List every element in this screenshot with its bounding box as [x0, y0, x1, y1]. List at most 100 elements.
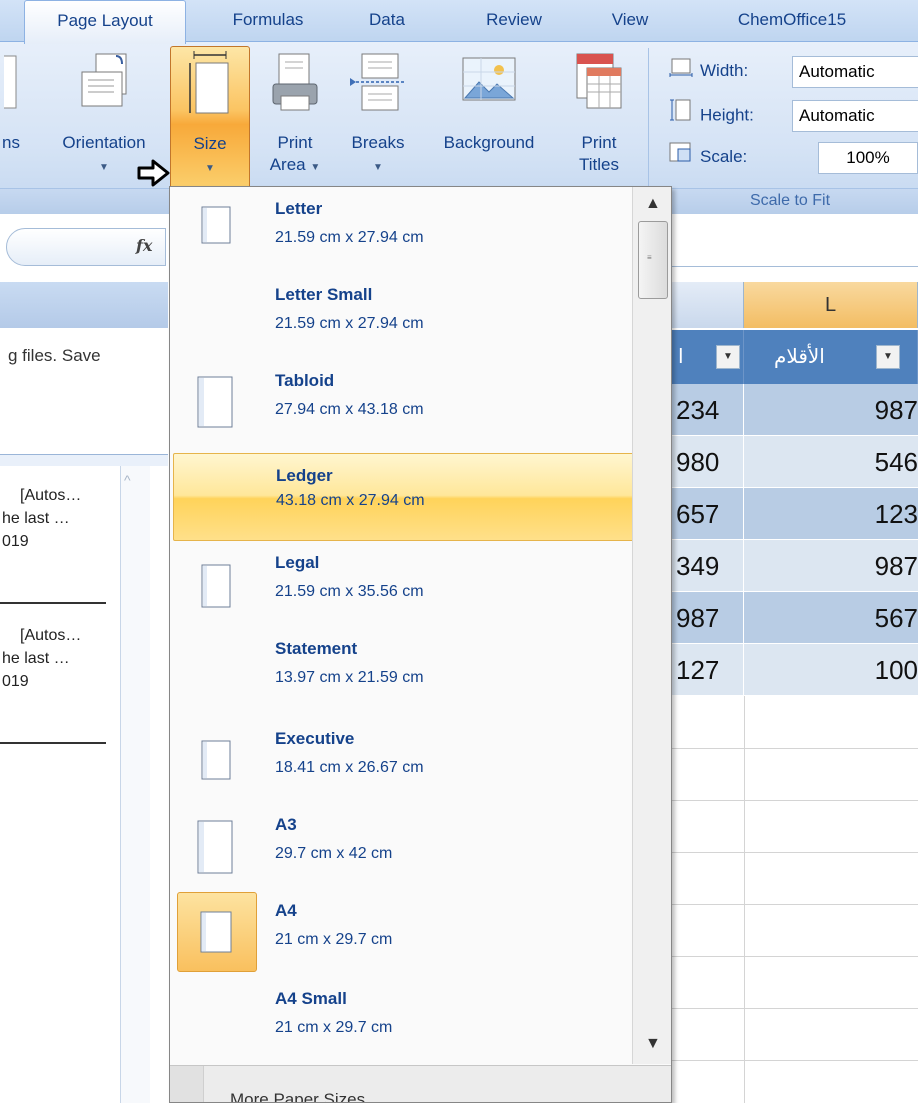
size-dropdown-caret: ▼ [205, 163, 215, 174]
size-option-name: Letter Small [275, 285, 373, 304]
size-option-name: Legal [275, 553, 320, 572]
formula-input[interactable] [670, 266, 918, 267]
size-option-ledger[interactable]: Ledger 43.18 cm x 27.94 cm [173, 453, 635, 541]
page-portrait-icon [200, 911, 232, 958]
scale-input[interactable]: 100% [818, 142, 918, 174]
size-option-dims: 21.59 cm x 35.56 cm [275, 583, 424, 600]
recovery-pane-scrollbar[interactable] [120, 466, 150, 1103]
recovery-file-name: [Autos… [20, 627, 82, 644]
filter-dropdown-icon[interactable]: ▼ [876, 345, 900, 369]
tab-formulas[interactable]: Formulas [208, 0, 328, 42]
size-option-name: Executive [275, 729, 355, 748]
size-option-dims: 43.18 cm x 27.94 cm [276, 492, 425, 509]
size-option-statement[interactable]: Statement 13.97 cm x 21.59 cm [173, 627, 635, 713]
print-area-icon [269, 50, 321, 119]
scale-to-fit-group-label: Scale to Fit [749, 192, 831, 209]
width-select[interactable]: Automatic [792, 56, 918, 88]
breaks-button[interactable]: Breaks ▼ [336, 46, 420, 189]
scroll-up-icon[interactable]: ^ [124, 472, 131, 488]
table-cell[interactable]: 349 [672, 540, 744, 592]
recovery-file-desc: he last … [2, 510, 70, 527]
size-option-executive[interactable]: Executive 18.41 cm x 26.67 cm [173, 717, 635, 803]
size-option-name: A4 Small [275, 989, 347, 1008]
grid-line [672, 1060, 918, 1061]
width-row: Width: [668, 54, 748, 88]
background-picture-icon [459, 50, 519, 119]
grid-line [672, 800, 918, 801]
tab-review[interactable]: Review [466, 0, 562, 42]
insert-function-icon[interactable]: fx [136, 236, 152, 255]
table-cell[interactable]: 987 [744, 384, 918, 436]
page-size-dropdown: Letter 21.59 cm x 27.94 cm Letter Small … [169, 186, 672, 1103]
margins-button[interactable]: ns [0, 46, 34, 189]
table-cell[interactable]: 980 [672, 436, 744, 488]
size-option-name: Letter [275, 199, 323, 218]
more-paper-sizes-label: More Paper Sizes... [230, 1090, 380, 1103]
scroll-down-arrow-icon[interactable]: ▼ [645, 1035, 661, 1053]
filter-dropdown-icon[interactable]: ▼ [716, 345, 740, 369]
table-cell[interactable]: 657 [672, 488, 744, 540]
print-area-label-2: Area ▼ [269, 155, 321, 174]
column-header-l[interactable]: L [744, 282, 918, 328]
margins-icon [0, 50, 18, 115]
size-option-dims: 21.59 cm x 27.94 cm [275, 315, 424, 332]
table-cell[interactable]: 100 [744, 644, 918, 696]
size-option-a4-small[interactable]: A4 Small 21 cm x 29.7 cm [173, 977, 635, 1063]
size-option-a4[interactable]: A4 21 cm x 29.7 cm [173, 889, 635, 975]
size-label: Size [193, 134, 227, 153]
size-button[interactable]: Size ▼ [170, 46, 250, 189]
more-paper-sizes-item[interactable]: More Paper Sizes... [170, 1065, 671, 1103]
size-option-dims: 21 cm x 29.7 cm [275, 1019, 393, 1036]
height-select[interactable]: Automatic [792, 100, 918, 132]
tab-view[interactable]: View [596, 0, 664, 42]
recovery-file-item[interactable]: [Autos… he last … 019 [2, 484, 81, 553]
ribbon-tab-bar: Page Layout Formulas Data Review View Ch… [0, 0, 918, 44]
print-titles-icon [571, 50, 627, 119]
ribbon-group-separator [648, 48, 649, 208]
table-cell[interactable]: 987 [672, 592, 744, 644]
column-header-k[interactable] [672, 282, 744, 328]
table-cell[interactable]: 234 [672, 384, 744, 436]
size-option-a3[interactable]: A3 29.7 cm x 42 cm [173, 803, 635, 889]
background-button[interactable]: Background [424, 46, 554, 189]
table-cell[interactable]: 567 [744, 592, 918, 644]
dropdown-scrollbar[interactable]: ▲ ≡ ▼ [632, 187, 671, 1064]
grid-line [672, 852, 918, 853]
table-header-cell[interactable]: الأقلام ▼ [744, 330, 918, 384]
grid-line [744, 696, 745, 1103]
grid-line [672, 904, 918, 905]
pointer-arrow-icon [136, 158, 172, 193]
size-option-dims: 21 cm x 29.7 cm [275, 931, 393, 948]
height-label: Height: [700, 105, 754, 125]
table-header-text: ا [678, 346, 684, 368]
scrollbar-thumb[interactable]: ≡ [638, 221, 668, 299]
page-portrait-tall-icon [201, 564, 231, 613]
page-icon-wrapper [177, 544, 257, 624]
print-titles-label: Print [581, 133, 617, 152]
table-cell[interactable]: 123 [744, 488, 918, 540]
table-cell[interactable]: 546 [744, 436, 918, 488]
print-area-button[interactable]: Print Area ▼ [258, 46, 332, 189]
tab-chemoffice15[interactable]: ChemOffice15 [708, 0, 876, 42]
scale-icon [668, 141, 694, 175]
size-option-legal[interactable]: Legal 21.59 cm x 35.56 cm [173, 541, 635, 627]
size-option-tabloid[interactable]: Tabloid 27.94 cm x 43.18 cm [173, 359, 635, 445]
table-header-cell[interactable]: ا ▼ [672, 330, 744, 384]
size-option-letter[interactable]: Letter 21.59 cm x 27.94 cm [173, 187, 635, 273]
breaks-dropdown-caret: ▼ [373, 162, 383, 173]
page-icon-wrapper [177, 720, 257, 800]
recovery-file-item[interactable]: [Autos… he last … 019 [2, 624, 81, 693]
tab-page-layout[interactable]: Page Layout [24, 0, 186, 44]
table-cell[interactable]: 987 [744, 540, 918, 592]
recovery-pane-divider [0, 454, 168, 466]
page-portrait-icon [201, 206, 231, 249]
tab-data[interactable]: Data [352, 0, 422, 42]
scroll-up-arrow-icon[interactable]: ▲ [645, 195, 661, 213]
recovery-item-divider [0, 602, 106, 604]
size-option-letter-small[interactable]: Letter Small 21.59 cm x 27.94 cm [173, 273, 635, 359]
table-cell[interactable]: 127 [672, 644, 744, 696]
page-portrait-large-icon [197, 376, 233, 433]
print-titles-button[interactable]: Print Titles [560, 46, 638, 189]
recovery-file-date: 019 [2, 673, 29, 690]
size-option-dims: 27.94 cm x 43.18 cm [275, 401, 424, 418]
